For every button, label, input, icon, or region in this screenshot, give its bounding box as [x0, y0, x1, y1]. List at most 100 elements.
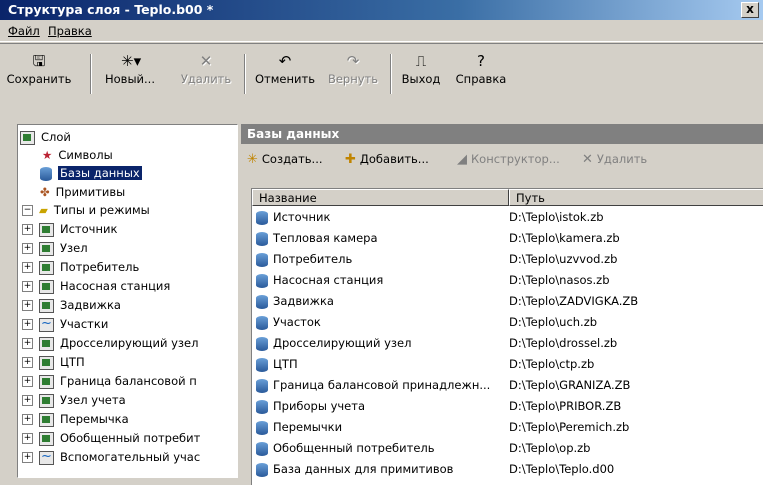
db-name-cell: Перемычки: [256, 419, 342, 436]
column-header-name[interactable]: Название: [252, 189, 509, 206]
tree-item-symbols[interactable]: ★ Символы: [42, 147, 113, 164]
tree-item-types[interactable]: − ▰ Типы и режимы: [22, 202, 150, 219]
folder-icon: ▰: [39, 203, 48, 217]
database-icon: [256, 315, 268, 330]
database-icon: [256, 210, 268, 225]
tree-item-type[interactable]: + Узел: [22, 240, 88, 257]
db-path: D:\Teplo\Peremich.zb: [509, 420, 630, 434]
table-row[interactable]: Насосная станция D:\Teplo\nasos.zb: [252, 272, 763, 289]
expand-icon[interactable]: +: [22, 262, 33, 273]
db-path: D:\Teplo\uzvvod.zb: [509, 252, 618, 266]
db-name: Насосная станция: [273, 273, 384, 287]
expand-icon[interactable]: +: [22, 281, 33, 292]
help-label: Справка: [455, 72, 507, 86]
new-icon: ✳▾: [121, 52, 142, 70]
tree-item-primitives[interactable]: ✤ Примитивы: [40, 184, 125, 201]
table-row[interactable]: Задвижка D:\Teplo\ZADVIGKA.ZB: [252, 293, 763, 310]
delete-db-button[interactable]: ✕ Удалить: [582, 152, 647, 167]
help-icon: ?: [477, 52, 485, 70]
toolbar-separator: [90, 54, 92, 94]
close-button[interactable]: x: [741, 2, 759, 18]
menu-file[interactable]: Файл: [8, 24, 40, 38]
save-button[interactable]: 🖫 Сохранить: [4, 52, 74, 86]
expand-icon[interactable]: +: [22, 357, 33, 368]
add-db-button[interactable]: ✚ Добавить...: [345, 152, 429, 167]
expand-icon[interactable]: +: [22, 414, 33, 425]
tree-item-label: Насосная станция: [60, 279, 171, 293]
table-row[interactable]: Обобщенный потребитель D:\Teplo\op.zb: [252, 440, 763, 457]
table-row[interactable]: Источник D:\Teplo\istok.zb: [252, 209, 763, 226]
tree-item-layer[interactable]: Слой: [20, 129, 71, 146]
delete-label: Удалить: [180, 72, 232, 86]
save-label: Сохранить: [6, 72, 72, 86]
expand-icon[interactable]: +: [22, 452, 33, 463]
table-icon: [39, 279, 54, 294]
tree-item-type[interactable]: + Потребитель: [22, 259, 139, 276]
collapse-icon[interactable]: −: [22, 205, 33, 216]
tree-item-type[interactable]: + Обобщенный потребит: [22, 430, 200, 447]
db-name: Потребитель: [273, 252, 353, 266]
database-icon: [256, 357, 268, 372]
table-row[interactable]: Перемычки D:\Teplo\Peremich.zb: [252, 419, 763, 436]
exit-label: Выход: [401, 72, 441, 86]
expand-icon[interactable]: +: [22, 433, 33, 444]
tree-item-databases[interactable]: Базы данных: [40, 165, 142, 182]
tree-item-type[interactable]: + Узел учета: [22, 392, 126, 409]
expand-icon[interactable]: +: [22, 319, 33, 330]
tree-item-type[interactable]: + Насосная станция: [22, 278, 170, 295]
table-row[interactable]: База данных для примитивов D:\Teplo\Teplo…: [252, 461, 763, 478]
table-row[interactable]: Тепловая камера D:\Teplo\kamera.zb: [252, 230, 763, 247]
db-name-cell: Приборы учета: [256, 398, 365, 415]
tree-item-type[interactable]: + ЦТП: [22, 354, 85, 371]
database-icon: [256, 462, 268, 477]
table-row[interactable]: Дросселирующий узел D:\Teplo\drossel.zb: [252, 335, 763, 352]
tree-item-type[interactable]: + Вспомогательный учас: [22, 448, 200, 466]
constructor-button[interactable]: ◢ Конструктор...: [457, 152, 560, 167]
delete-icon: ✕: [199, 52, 213, 70]
table-row[interactable]: ЦТП D:\Teplo\ctp.zb: [252, 356, 763, 373]
database-icon: [256, 399, 268, 414]
expand-icon[interactable]: +: [22, 300, 33, 311]
table-icon: [39, 355, 54, 370]
expand-icon[interactable]: +: [22, 338, 33, 349]
db-name: Источник: [273, 210, 331, 224]
db-name: Тепловая камера: [273, 231, 378, 245]
toolbar-separator: [244, 54, 246, 94]
column-header-path[interactable]: Путь: [509, 189, 763, 206]
tree-item-type[interactable]: + Участки: [22, 315, 108, 333]
tree-item-type[interactable]: + Задвижка: [22, 297, 121, 314]
db-name-cell: Дросселирующий узел: [256, 335, 411, 352]
tree-item-type[interactable]: + Источник: [22, 221, 117, 238]
database-icon: [256, 420, 268, 435]
pane-header: Базы данных: [241, 124, 763, 144]
expand-icon[interactable]: +: [22, 243, 33, 254]
database-icon: [256, 294, 268, 309]
table-row[interactable]: Участок D:\Teplo\uch.zb: [252, 314, 763, 331]
tree-item-type[interactable]: + Дросселирующий узел: [22, 335, 198, 352]
menu-edit[interactable]: Правка: [48, 24, 92, 38]
expand-icon[interactable]: +: [22, 395, 33, 406]
table-row[interactable]: Потребитель D:\Teplo\uzvvod.zb: [252, 251, 763, 268]
help-button[interactable]: ? Справка: [452, 52, 510, 86]
db-path: D:\Teplo\GRANIZA.ZB: [509, 378, 631, 392]
tree-item-label: Обобщенный потребит: [60, 431, 201, 445]
table-row[interactable]: Граница балансовой принадлежн... D:\Teplo…: [252, 377, 763, 394]
tree-item-label: Источник: [60, 222, 118, 236]
expand-icon[interactable]: +: [22, 376, 33, 387]
tree-item-type[interactable]: + Граница балансовой п: [22, 373, 197, 390]
tree-item-label: Дросселирующий узел: [60, 336, 199, 350]
expand-icon[interactable]: +: [22, 224, 33, 235]
undo-button[interactable]: ↶ Отменить: [250, 52, 320, 86]
primitives-icon: ✤: [40, 185, 50, 199]
create-db-button[interactable]: ✳ Создать...: [247, 152, 323, 167]
tree-item-label: Задвижка: [60, 298, 121, 312]
redo-button[interactable]: ↷ Вернуть: [322, 52, 384, 86]
new-button[interactable]: ✳▾ Новый...: [95, 52, 165, 86]
tree-item-type[interactable]: + Перемычка: [22, 411, 129, 428]
db-name-cell: Граница балансовой принадлежн...: [256, 377, 490, 394]
delete-button[interactable]: ✕ Удалить: [176, 52, 236, 86]
table-row[interactable]: Приборы учета D:\Teplo\PRIBOR.ZB: [252, 398, 763, 415]
exit-button[interactable]: ⎍ Выход: [396, 52, 446, 86]
db-name-cell: Источник: [256, 209, 330, 226]
undo-label: Отменить: [255, 72, 315, 86]
